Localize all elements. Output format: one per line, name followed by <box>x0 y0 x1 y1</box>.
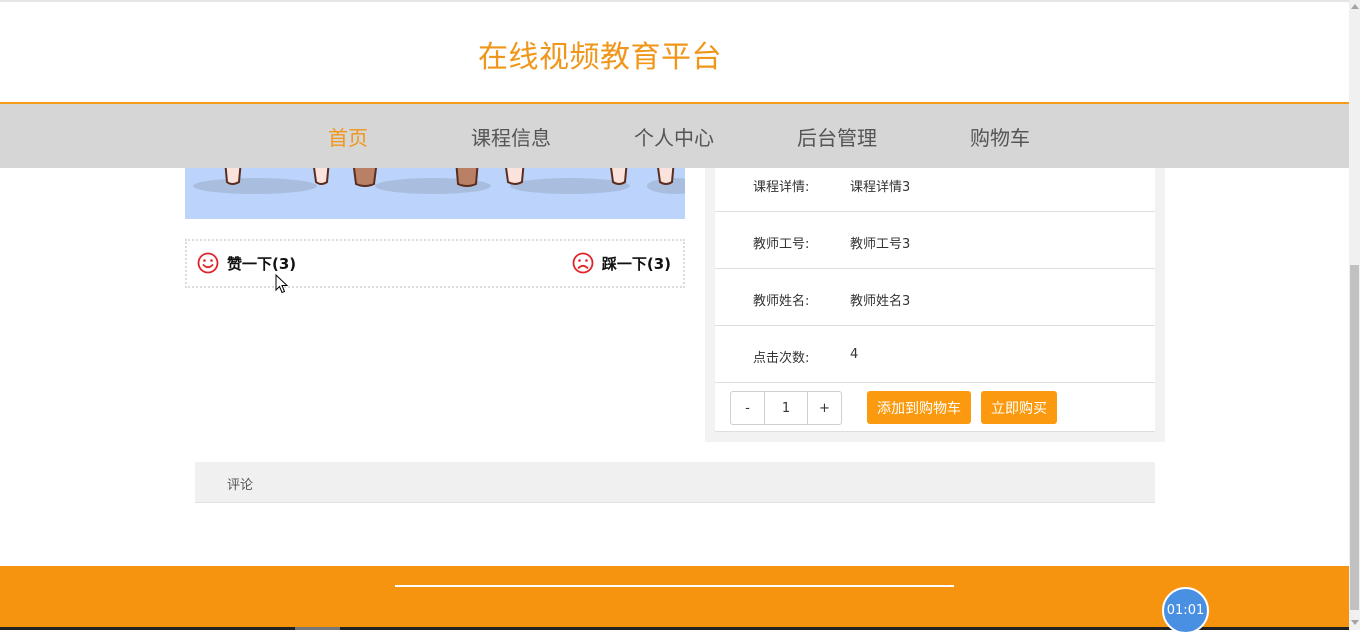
row-label: 点击次数: <box>753 351 810 366</box>
top-border <box>0 0 1349 2</box>
page: 在线视频教育平台 首页 课程信息 个人中心 后台管理 购物车 赞一下(3) 踩一… <box>0 0 1349 630</box>
cartoon-illustration <box>193 160 685 194</box>
scroll-up-arrow-icon[interactable] <box>1351 4 1359 9</box>
nav-item-admin[interactable]: 后台管理 <box>797 122 877 151</box>
scroll-thumb[interactable] <box>1350 265 1359 610</box>
add-to-cart-button[interactable]: 添加到购物车 <box>867 391 971 424</box>
row-value: 教师工号3 <box>850 237 911 252</box>
row-value: 课程详情3 <box>850 180 911 195</box>
detail-row-teacher-name: 教师姓名: 教师姓名3 <box>715 269 1155 326</box>
course-detail-list: 课程详情: 课程详情3 教师工号: 教师工号3 教师姓名: 教师姓名3 点击次数… <box>715 160 1155 432</box>
footer-divider <box>395 585 954 587</box>
main-nav: 首页 课程信息 个人中心 后台管理 购物车 <box>0 102 1349 168</box>
timer-badge[interactable]: 01:01 <box>1162 587 1209 634</box>
footer <box>0 566 1349 630</box>
like-button[interactable]: 赞一下(3) <box>197 252 296 274</box>
nav-item-course-info[interactable]: 课程信息 <box>471 122 551 151</box>
course-detail-panel: 课程详情: 课程详情3 教师工号: 教师工号3 教师姓名: 教师姓名3 点击次数… <box>705 160 1165 442</box>
row-value: 4 <box>850 347 859 362</box>
vote-box: 赞一下(3) 踩一下(3) <box>185 239 685 288</box>
comment-section-header: 评论 <box>195 462 1155 503</box>
frown-icon <box>572 252 594 274</box>
row-label: 课程详情: <box>753 180 810 195</box>
nav-item-cart[interactable]: 购物车 <box>970 122 1030 151</box>
dislike-button[interactable]: 踩一下(3) <box>572 252 671 274</box>
quantity-stepper: - + <box>730 391 842 425</box>
row-label: 教师工号: <box>753 237 810 252</box>
smile-icon <box>197 252 219 274</box>
nav-item-home[interactable]: 首页 <box>328 122 368 151</box>
detail-row-teacher-id: 教师工号: 教师工号3 <box>715 212 1155 269</box>
detail-row-click-count: 点击次数: 4 <box>715 326 1155 383</box>
decrement-button[interactable]: - <box>731 392 764 424</box>
like-label: 赞一下(3) <box>227 254 297 273</box>
course-cover-image <box>185 160 685 219</box>
row-value: 教师姓名3 <box>850 294 911 309</box>
scroll-down-arrow-icon[interactable] <box>1351 620 1359 625</box>
increment-button[interactable]: + <box>808 392 841 424</box>
quantity-input[interactable] <box>764 392 808 424</box>
mouse-pointer-icon <box>275 274 289 294</box>
purchase-actions: - + 添加到购物车 立即购买 <box>715 383 1155 432</box>
row-label: 教师姓名: <box>753 294 810 309</box>
comment-label: 评论 <box>227 478 254 493</box>
dislike-label: 踩一下(3) <box>601 254 671 273</box>
site-title: 在线视频教育平台 <box>478 40 722 75</box>
buy-now-button[interactable]: 立即购买 <box>981 391 1057 424</box>
timer-text: 01:01 <box>1166 603 1205 618</box>
page-scrollbar[interactable] <box>1349 0 1360 630</box>
nav-item-personal-center[interactable]: 个人中心 <box>634 122 714 151</box>
